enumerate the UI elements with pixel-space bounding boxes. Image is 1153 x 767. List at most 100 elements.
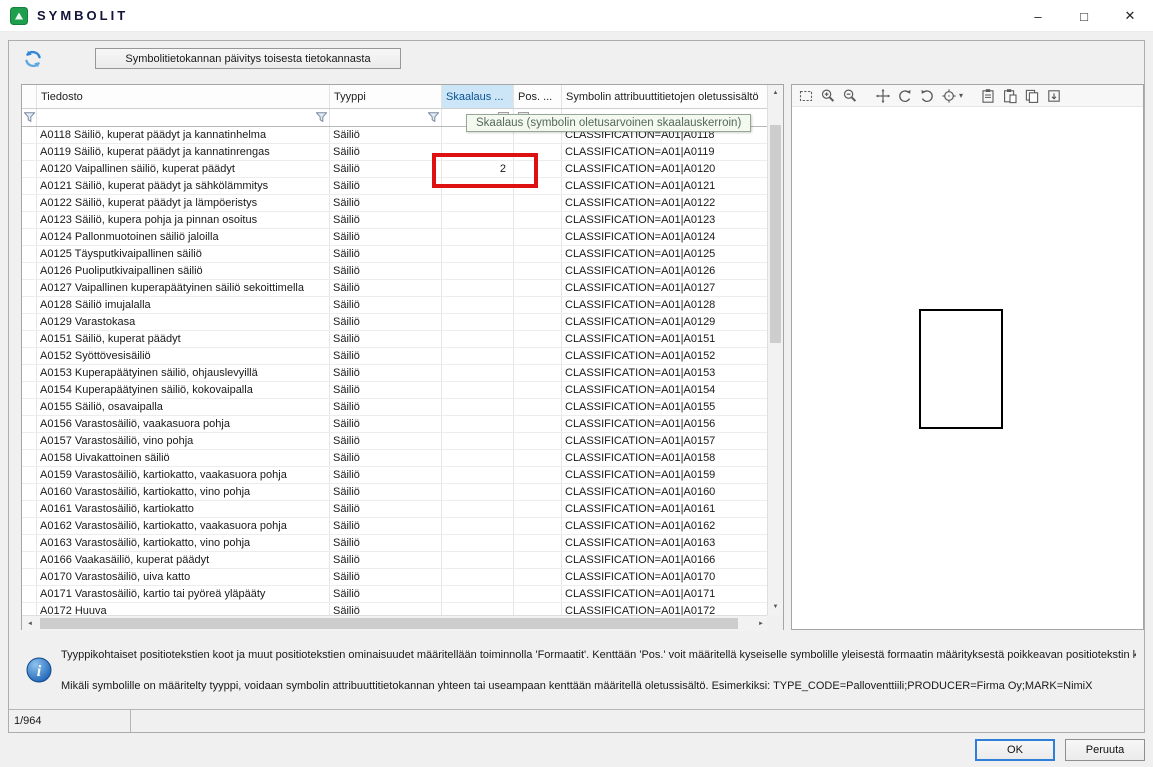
table-row[interactable]: A0170 Varastosäiliö, uiva kattoSäiliöCLA…: [22, 569, 769, 586]
cell-pos: [514, 280, 562, 296]
table-row[interactable]: A0162 Varastosäiliö, kartiokatto, vaakas…: [22, 518, 769, 535]
cell-tyyppi: Säiliö: [330, 195, 442, 211]
table-row[interactable]: A0121 Säiliö, kuperat päädyt ja sähköläm…: [22, 178, 769, 195]
clipboard-paste-icon[interactable]: [1002, 88, 1018, 104]
close-button[interactable]: ✕: [1107, 0, 1153, 32]
cell-tyyppi: Säiliö: [330, 586, 442, 602]
cell-tiedosto: A0160 Varastosäiliö, kartiokatto, vino p…: [37, 484, 330, 500]
cell-tyyppi: Säiliö: [330, 433, 442, 449]
row-gutter: [22, 229, 37, 245]
vertical-scroll-thumb[interactable]: [770, 125, 781, 343]
filter-cell-tyyppi[interactable]: [330, 109, 442, 126]
table-row[interactable]: A0151 Säiliö, kuperat päädytSäiliöCLASSI…: [22, 331, 769, 348]
scroll-down-icon[interactable]: ▼: [768, 599, 783, 615]
table-row[interactable]: A0119 Säiliö, kuperat päädyt ja kannatin…: [22, 144, 769, 161]
update-from-database-button[interactable]: Symbolitietokannan päivitys toisesta tie…: [95, 48, 401, 69]
column-header-attr[interactable]: Symbolin attribuuttitietojen oletussisäl…: [562, 85, 783, 108]
center-view-dropdown-icon[interactable]: ▾: [959, 91, 963, 100]
cell-tiedosto: A0154 Kuperapäätyinen säiliö, kokovaipal…: [37, 382, 330, 398]
cell-attr: CLASSIFICATION=A01|A0160: [562, 484, 769, 500]
cell-skaalaus: [442, 246, 514, 262]
cell-tyyppi: Säiliö: [330, 246, 442, 262]
filter-funnel-icon[interactable]: [428, 112, 439, 123]
table-row[interactable]: A0126 Puoliputkivaipallinen säiliöSäiliö…: [22, 263, 769, 280]
center-view-icon[interactable]: [941, 88, 957, 104]
sync-database-icon[interactable]: [23, 49, 43, 69]
rotate-cw-icon[interactable]: [919, 88, 935, 104]
paste-page-icon[interactable]: [1046, 88, 1062, 104]
cell-tiedosto: A0158 Uivakattoinen säiliö: [37, 450, 330, 466]
cell-tyyppi: Säiliö: [330, 348, 442, 364]
cell-pos: [514, 416, 562, 432]
cell-pos: [514, 331, 562, 347]
cell-pos: [514, 382, 562, 398]
filter-cell-tiedosto[interactable]: [37, 109, 330, 126]
table-row[interactable]: A0127 Vaipallinen kuperapäätyinen säiliö…: [22, 280, 769, 297]
ok-button[interactable]: OK: [975, 739, 1055, 761]
zoom-window-icon[interactable]: [798, 88, 814, 104]
rotate-ccw-icon[interactable]: [897, 88, 913, 104]
column-header-tiedosto[interactable]: Tiedosto: [37, 85, 330, 108]
vertical-scrollbar[interactable]: ▲ ▼: [767, 85, 783, 615]
cell-pos: [514, 314, 562, 330]
cell-tyyppi: Säiliö: [330, 144, 442, 160]
horizontal-scrollbar[interactable]: ◄ ►: [22, 615, 769, 631]
row-gutter: [22, 399, 37, 415]
minimize-button[interactable]: –: [1015, 0, 1061, 32]
maximize-button[interactable]: □: [1061, 0, 1107, 32]
table-row[interactable]: A0166 Vaakasäiliö, kuperat päädytSäiliöC…: [22, 552, 769, 569]
cell-tiedosto: A0122 Säiliö, kuperat päädyt ja lämpöeri…: [37, 195, 330, 211]
pan-icon[interactable]: [875, 88, 891, 104]
cell-skaalaus: [442, 365, 514, 381]
cell-tiedosto: A0157 Varastosäiliö, vino pohja: [37, 433, 330, 449]
row-gutter: [22, 246, 37, 262]
cell-pos: [514, 569, 562, 585]
cell-skaalaus: [442, 229, 514, 245]
table-row[interactable]: A0160 Varastosäiliö, kartiokatto, vino p…: [22, 484, 769, 501]
table-row[interactable]: A0125 Täysputkivaipallinen säiliöSäiliöC…: [22, 246, 769, 263]
cancel-button[interactable]: Peruuta: [1065, 739, 1145, 761]
table-row[interactable]: A0124 Pallonmuotoinen säiliö jaloillaSäi…: [22, 229, 769, 246]
svg-text:i: i: [37, 663, 42, 680]
table-row[interactable]: A0129 VarastokasaSäiliöCLASSIFICATION=A0…: [22, 314, 769, 331]
cell-tyyppi: Säiliö: [330, 263, 442, 279]
table-row[interactable]: A0157 Varastosäiliö, vino pohjaSäiliöCLA…: [22, 433, 769, 450]
filter-funnel-icon[interactable]: [316, 112, 327, 123]
table-row[interactable]: A0153 Kuperapäätyinen säiliö, ohjauslevy…: [22, 365, 769, 382]
scroll-up-icon[interactable]: ▲: [768, 85, 783, 101]
scroll-left-icon[interactable]: ◄: [22, 616, 38, 631]
cell-tyyppi: Säiliö: [330, 535, 442, 551]
zoom-out-icon[interactable]: [842, 88, 858, 104]
zoom-in-icon[interactable]: [820, 88, 836, 104]
cell-pos: [514, 195, 562, 211]
table-row[interactable]: A0163 Varastosäiliö, kartiokatto, vino p…: [22, 535, 769, 552]
column-header-skaalaus[interactable]: Skaalaus ...: [442, 85, 514, 108]
cell-attr: CLASSIFICATION=A01|A0156: [562, 416, 769, 432]
cell-pos: [514, 535, 562, 551]
table-row[interactable]: A0128 Säiliö imujalallaSäiliöCLASSIFICAT…: [22, 297, 769, 314]
filter-funnel-icon[interactable]: [24, 112, 35, 123]
cell-tiedosto: A0118 Säiliö, kuperat päädyt ja kannatin…: [37, 127, 330, 143]
symbol-preview-canvas[interactable]: [792, 107, 1143, 629]
table-row[interactable]: A0120 Vaipallinen säiliö, kuperat päädyt…: [22, 161, 769, 178]
column-header-tyyppi[interactable]: Tyyppi: [330, 85, 442, 108]
table-row[interactable]: A0152 SyöttövesisäiliöSäiliöCLASSIFICATI…: [22, 348, 769, 365]
table-row[interactable]: A0161 Varastosäiliö, kartiokattoSäiliöCL…: [22, 501, 769, 518]
table-row[interactable]: A0156 Varastosäiliö, vaakasuora pohjaSäi…: [22, 416, 769, 433]
cell-skaalaus: [442, 144, 514, 160]
cell-pos: [514, 433, 562, 449]
filter-cell-gutter: [22, 109, 37, 126]
table-row[interactable]: A0171 Varastosäiliö, kartio tai pyöreä y…: [22, 586, 769, 603]
horizontal-scroll-thumb[interactable]: [40, 618, 738, 629]
clipboard-copy-icon[interactable]: [980, 88, 996, 104]
table-row[interactable]: A0122 Säiliö, kuperat päädyt ja lämpöeri…: [22, 195, 769, 212]
column-header-pos[interactable]: Pos. ...: [514, 85, 562, 108]
table-row[interactable]: A0123 Säiliö, kupera pohja ja pinnan oso…: [22, 212, 769, 229]
table-row[interactable]: A0158 Uivakattoinen säiliöSäiliöCLASSIFI…: [22, 450, 769, 467]
table-row[interactable]: A0159 Varastosäiliö, kartiokatto, vaakas…: [22, 467, 769, 484]
table-row[interactable]: A0154 Kuperapäätyinen säiliö, kokovaipal…: [22, 382, 769, 399]
copy-page-icon[interactable]: [1024, 88, 1040, 104]
cell-skaalaus: [442, 331, 514, 347]
table-row[interactable]: A0172 HuuvaSäiliöCLASSIFICATION=A01|A017…: [22, 603, 769, 615]
table-row[interactable]: A0155 Säiliö, osavaipallaSäiliöCLASSIFIC…: [22, 399, 769, 416]
